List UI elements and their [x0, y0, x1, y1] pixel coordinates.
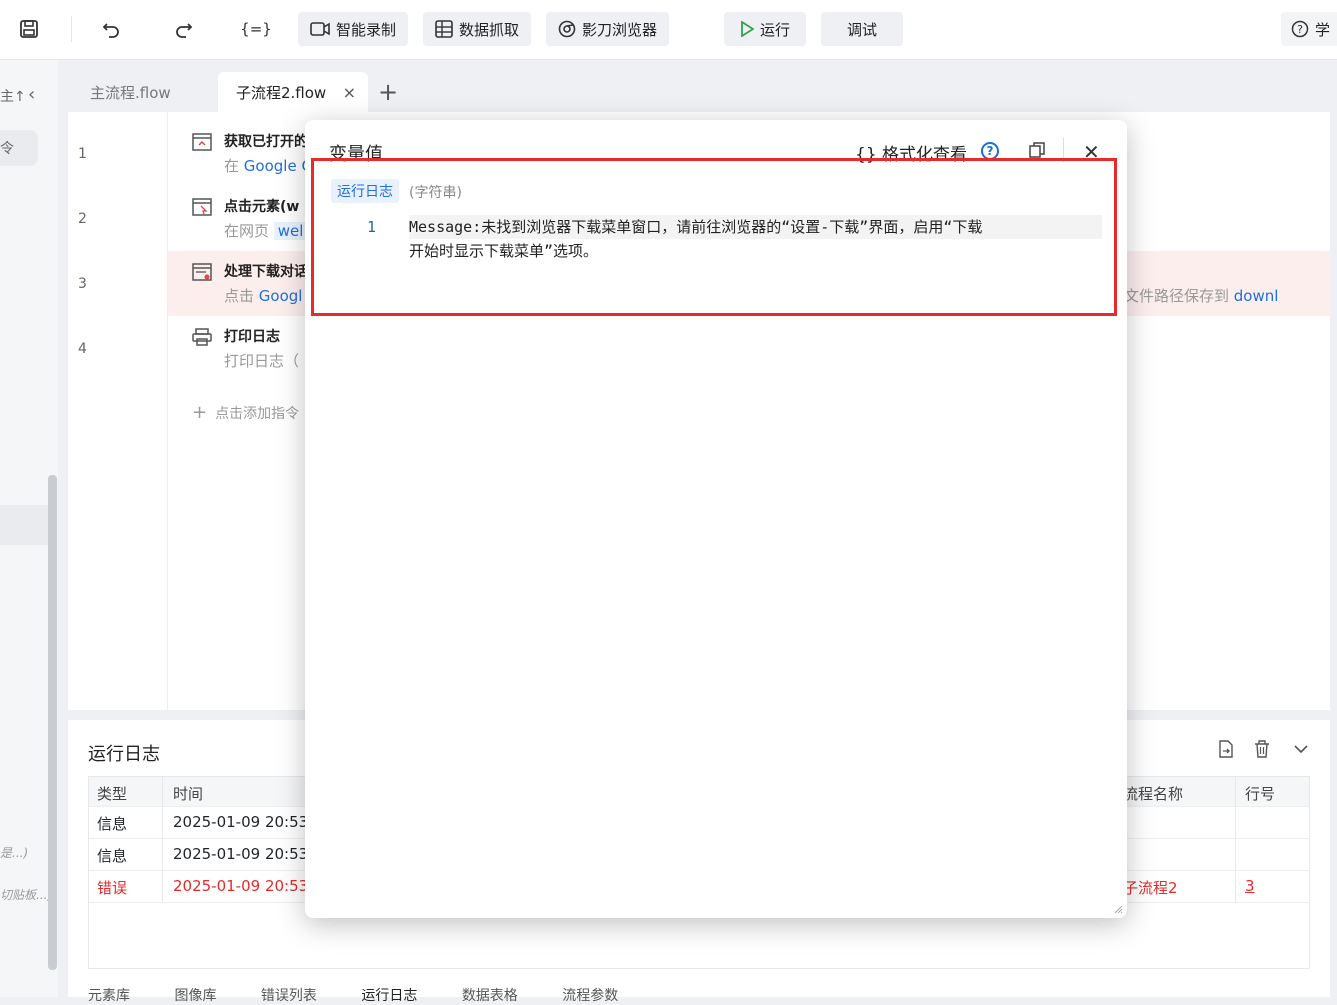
run-label: 运行: [760, 20, 791, 39]
video-icon: [310, 22, 330, 36]
learn-label: 学: [1315, 20, 1331, 39]
line-number: 4: [78, 341, 87, 357]
redo-icon[interactable]: [169, 14, 199, 44]
step-description: 点击 Googl: [224, 287, 303, 305]
step-description: 在 Google C: [224, 157, 312, 175]
learn-button[interactable]: ? 学: [1281, 12, 1337, 46]
smart-record-label: 智能录制: [336, 20, 397, 39]
line-number: 2: [78, 211, 87, 227]
cell-flow: 子流程2: [1123, 879, 1178, 897]
tab-subflow-2[interactable]: 子流程2.flow ×: [218, 72, 368, 112]
chevron-left-icon[interactable]: ‹: [28, 84, 35, 105]
browser-icon: [558, 20, 576, 38]
step-description-tail: 文件路径保存到 downl: [1124, 287, 1279, 305]
browser-window-icon: [192, 133, 212, 151]
export-icon[interactable]: [1218, 740, 1234, 758]
tab-element-library[interactable]: 元素库: [88, 985, 130, 1005]
step-title: 处理下载对话: [224, 264, 308, 280]
tab-image-library[interactable]: 图像库: [174, 985, 216, 1005]
cell-time: 2025-01-09 20:53:: [173, 877, 314, 895]
tab-bar: 主流程.flow 子流程2.flow × +: [58, 60, 1337, 112]
debug-label: 调试: [847, 20, 878, 39]
cell-time: 2025-01-09 20:53:: [173, 845, 314, 863]
data-scrape-button[interactable]: 数据抓取: [423, 12, 532, 46]
scrollbar[interactable]: [48, 475, 57, 970]
cell-type: 错误: [97, 879, 128, 897]
column-header: 类型: [97, 785, 128, 803]
highlight-box: [311, 158, 1117, 316]
save-icon[interactable]: [14, 14, 44, 44]
yingdao-browser-button[interactable]: 影刀浏览器: [546, 12, 670, 46]
line-gutter: 1 2 3 4: [68, 112, 168, 710]
hint-text: 切贴板...): [0, 888, 53, 902]
column-header: 流程名称: [1123, 785, 1184, 803]
step-description: 打印日志（: [224, 352, 300, 370]
add-tab-icon[interactable]: +: [378, 78, 398, 106]
collapse-label: 主↑: [0, 89, 26, 105]
left-panel: 主↑ ‹ 令 是...) 切贴板...): [0, 60, 58, 997]
step-title: 点击元素(w: [224, 199, 300, 215]
variable-icon[interactable]: {=}: [240, 14, 272, 44]
cell-line-link[interactable]: 3: [1245, 877, 1255, 895]
cell-time: 2025-01-09 20:53:: [173, 813, 314, 831]
undo-icon[interactable]: [96, 14, 126, 44]
download-dialog-icon: [192, 263, 212, 281]
toolbar-divider: [71, 16, 72, 42]
tab-main-flow[interactable]: 主流程.flow: [72, 72, 189, 112]
step-title: 打印日志: [224, 329, 280, 345]
cell-type: 信息: [97, 847, 128, 865]
svg-text:?: ?: [1297, 23, 1303, 36]
trash-icon[interactable]: [1254, 740, 1270, 758]
smart-record-button[interactable]: 智能录制: [298, 12, 409, 46]
line-number: 1: [78, 146, 87, 162]
copy-icon[interactable]: [1029, 142, 1045, 158]
add-step-label: 点击添加指令: [215, 406, 300, 422]
tab-flow-params[interactable]: 流程参数: [562, 985, 618, 1005]
question-icon: ?: [1291, 20, 1309, 38]
data-scrape-label: 数据抓取: [459, 20, 520, 39]
yingdao-browser-label: 影刀浏览器: [582, 20, 658, 39]
print-log-icon: [192, 328, 212, 346]
click-element-icon: [192, 198, 212, 216]
table-icon: [435, 20, 453, 38]
sidebar-item-label: 令: [0, 141, 14, 157]
column-header: 行号: [1245, 785, 1276, 803]
add-step-button[interactable]: + 点击添加指令: [192, 402, 299, 423]
close-tab-icon[interactable]: ×: [343, 83, 356, 102]
step-title: 获取已打开的: [224, 134, 308, 150]
plus-icon: +: [192, 402, 208, 423]
column-divider: [162, 777, 163, 903]
step-description: 在网页 wel: [224, 220, 308, 241]
run-button[interactable]: 运行: [724, 12, 807, 46]
resize-handle-icon[interactable]: [1113, 904, 1123, 914]
run-log-title: 运行日志: [88, 744, 160, 765]
tab-label: 子流程2.flow: [236, 83, 327, 102]
column-divider: [1235, 777, 1236, 903]
cell-type: 信息: [97, 815, 128, 833]
column-header: 时间: [173, 785, 204, 803]
toolbar: {=} 智能录制 数据抓取 影刀浏览器 运行 调试 ? 学: [0, 0, 1337, 60]
bottom-tab-bar: 元素库 图像库 错误列表 运行日志 数据表格 流程参数: [88, 985, 658, 1005]
tab-data-table[interactable]: 数据表格: [462, 985, 518, 1005]
play-icon: [741, 21, 754, 37]
sidebar-item-selected[interactable]: [0, 505, 48, 545]
hint-text: 是...): [0, 846, 29, 860]
tab-error-list[interactable]: 错误列表: [261, 985, 317, 1005]
sidebar-item-command[interactable]: 令: [0, 130, 38, 166]
tab-run-log[interactable]: 运行日志: [361, 985, 417, 1005]
chevron-down-icon[interactable]: [1294, 744, 1308, 754]
debug-button[interactable]: 调试: [821, 12, 904, 46]
tab-label: 主流程.flow: [90, 83, 171, 102]
line-number: 3: [78, 276, 87, 292]
